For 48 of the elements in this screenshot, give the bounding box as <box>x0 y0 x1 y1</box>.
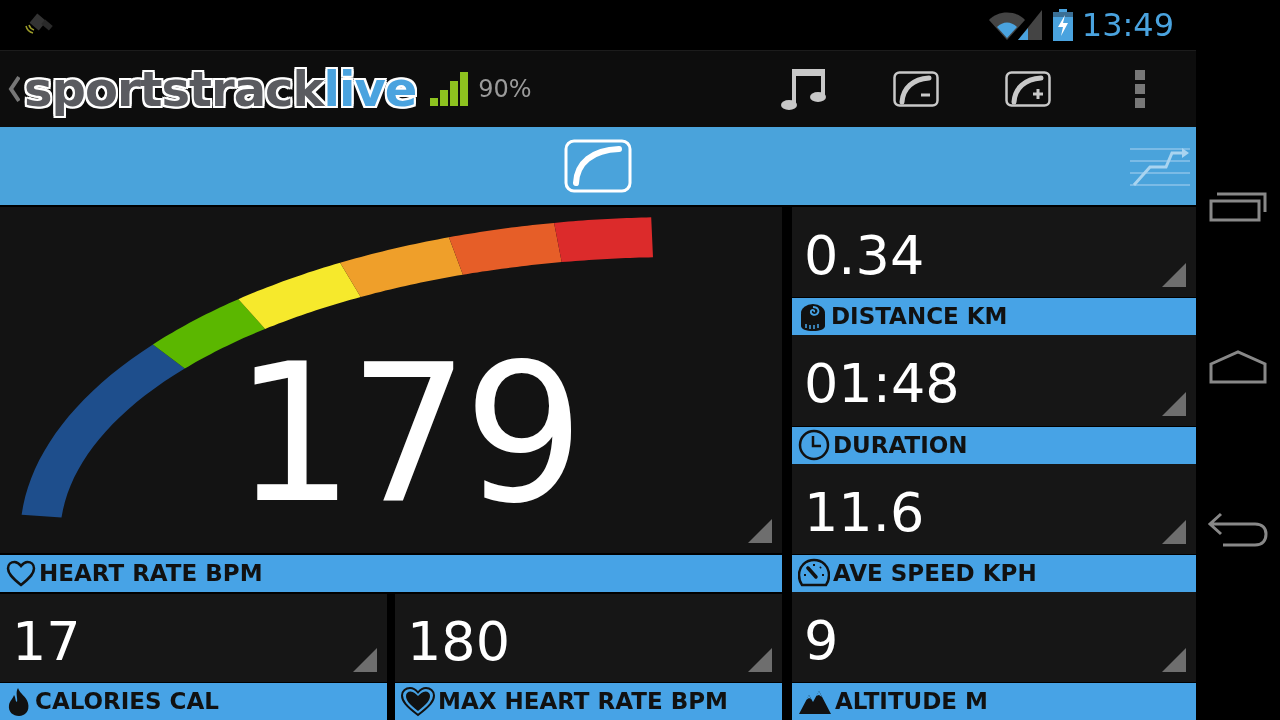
corner-triangle-icon[interactable] <box>353 648 377 672</box>
metric-value: 0.34 <box>804 229 925 284</box>
gauge-plus-icon <box>1005 71 1051 107</box>
metric-value: 9 <box>804 613 839 668</box>
menu-icon <box>1134 69 1146 109</box>
tile-label: DURATION <box>833 433 968 457</box>
corner-triangle-icon[interactable] <box>1162 263 1186 288</box>
metric-tile[interactable]: 11.6 <box>792 463 1196 554</box>
tile-label: CALORIES CAL <box>35 690 219 713</box>
chevron-left-icon <box>8 75 20 103</box>
gauge-icon[interactable] <box>564 139 632 193</box>
metric-value: 01:48 <box>804 357 960 412</box>
corner-triangle-icon[interactable] <box>1162 519 1186 544</box>
metric-value: 180 <box>407 615 511 669</box>
back-icon <box>1207 512 1269 548</box>
home-icon <box>1209 350 1267 384</box>
metric-tile[interactable]: 17 <box>0 594 387 682</box>
heart-outline-icon <box>6 559 36 588</box>
corner-triangle-icon[interactable] <box>748 648 772 672</box>
gauge-minus-icon <box>893 71 939 107</box>
tile-label: HEART RATE BPM <box>39 562 263 585</box>
clock-icon <box>798 429 830 461</box>
tape-measure-icon <box>798 301 828 332</box>
signal-icon <box>1017 10 1042 40</box>
speedometer-icon <box>798 558 830 589</box>
signal-strength-icon <box>430 72 471 106</box>
heart-icon <box>401 686 435 717</box>
music-note-icon <box>780 67 828 111</box>
tile-label: DISTANCE KM <box>831 305 1008 329</box>
corner-triangle-icon[interactable] <box>1162 648 1186 672</box>
metric-value: 17 <box>12 615 81 669</box>
signal-reading: 90% <box>478 74 532 105</box>
metric-tile[interactable]: 0.34 <box>792 207 1196 298</box>
corner-triangle-icon[interactable] <box>1162 391 1186 416</box>
metric-tile[interactable]: 01:48 <box>792 335 1196 426</box>
wifi-icon <box>987 10 1026 40</box>
tile-label: AVE SPEED KPH <box>833 561 1037 585</box>
metric-tile[interactable]: 9 <box>792 591 1196 682</box>
heart-rate-tile[interactable]: 179 <box>0 207 782 553</box>
metric-value: 11.6 <box>804 485 925 540</box>
heart-rate-value: 179 <box>233 340 579 530</box>
battery-charging-icon <box>1051 9 1074 41</box>
recent-apps-icon <box>1209 192 1267 222</box>
metric-tile[interactable]: 180 <box>395 594 782 682</box>
clock-time: 13:49 <box>1081 9 1174 41</box>
tile-label: MAX HEART RATE BPM <box>438 690 728 713</box>
tile-label: ALTITUDE M <box>835 690 988 713</box>
corner-triangle-icon[interactable] <box>748 519 772 543</box>
